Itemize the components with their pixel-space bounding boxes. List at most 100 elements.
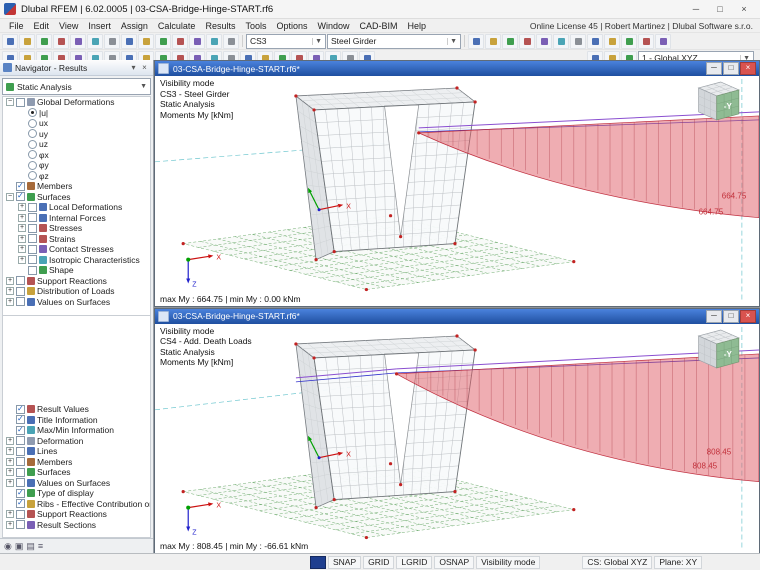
tree-item-surfaces[interactable]: + Surfaces — [3, 467, 150, 478]
restore-icon[interactable]: □ — [723, 309, 739, 323]
tree-item-type-of-display[interactable]: Type of display — [3, 488, 150, 499]
tree-item-support-reactions[interactable]: + Support Reactions — [3, 509, 150, 520]
tree-item-contact-stresses[interactable]: + Contact Stresses — [3, 244, 150, 255]
tree-item-uy[interactable]: uy — [3, 129, 150, 140]
menu-results[interactable]: Results — [200, 21, 240, 31]
checkbox[interactable] — [16, 436, 25, 446]
tree-item-members[interactable]: Members — [3, 181, 150, 192]
copy-icon[interactable] — [121, 33, 137, 49]
units-icon[interactable] — [587, 33, 603, 49]
close-icon[interactable]: × — [740, 309, 756, 323]
checkbox[interactable] — [16, 457, 25, 467]
expand-icon[interactable]: + — [18, 245, 26, 254]
tree-item-y[interactable]: φy — [3, 160, 150, 171]
tree-item-ux[interactable]: ux — [3, 118, 150, 129]
expand-icon[interactable]: + — [6, 520, 14, 529]
snapshot-icon[interactable]: ▣ — [15, 540, 24, 553]
paste-icon[interactable] — [138, 33, 154, 49]
tree-item-global-deformations[interactable]: − Global Deformations — [3, 97, 150, 108]
viewport-1-title-bar[interactable]: 03-CSA-Bridge-Hinge-START.rf6* ─ □ × — [155, 61, 759, 76]
find-icon[interactable] — [536, 33, 552, 49]
stage-name-combo[interactable]: Steel Girder ▼ — [327, 33, 461, 49]
help-icon[interactable] — [655, 33, 671, 49]
zoom-icon[interactable] — [553, 33, 569, 49]
tree-item-strains[interactable]: + Strains — [3, 234, 150, 245]
expand-icon[interactable]: + — [18, 203, 26, 212]
minimize-icon[interactable]: ─ — [706, 62, 722, 75]
checkbox[interactable] — [16, 467, 25, 477]
scripts-icon[interactable] — [621, 33, 637, 49]
tree-item-internal-forces[interactable]: + Internal Forces — [3, 213, 150, 224]
tree-item-values-on-surfaces[interactable]: + Values on Surfaces — [3, 478, 150, 489]
close-icon[interactable]: × — [740, 62, 756, 75]
checkbox[interactable] — [16, 192, 25, 202]
restore-icon[interactable]: □ — [723, 62, 739, 75]
analysis-type-combo[interactable]: Static Analysis ▼ — [2, 78, 151, 95]
open-icon[interactable] — [19, 33, 35, 49]
expand-icon[interactable]: + — [18, 255, 26, 264]
tree-item-u[interactable]: |u| — [3, 108, 150, 119]
tree-item-isotropic-characteristics[interactable]: + Isotropic Characteristics — [3, 255, 150, 266]
expand-icon[interactable]: + — [18, 234, 26, 243]
status-toggle-grid[interactable]: GRID — [363, 555, 395, 569]
menu-cad-bim[interactable]: CAD-BIM — [355, 21, 403, 31]
viewport-2-title-bar[interactable]: 03-CSA-Bridge-Hinge-START.rf6* ─ □ × — [155, 308, 759, 324]
minimize-icon[interactable]: ─ — [684, 2, 708, 17]
tree-item-support-reactions[interactable]: + Support Reactions — [3, 276, 150, 287]
checkbox[interactable] — [28, 202, 37, 212]
checkbox[interactable] — [16, 286, 25, 296]
clipboard-icon[interactable] — [502, 33, 518, 49]
status-toggle-lgrid[interactable]: LGRID — [396, 555, 433, 569]
undo-icon[interactable] — [87, 33, 103, 49]
checkbox[interactable] — [16, 181, 25, 191]
checkbox[interactable] — [28, 213, 37, 223]
expand-icon[interactable]: + — [18, 213, 26, 222]
tree-item-values-on-surfaces[interactable]: + Values on Surfaces — [3, 297, 150, 308]
close-icon[interactable]: × — [732, 2, 756, 17]
maximize-icon[interactable]: □ — [708, 2, 732, 17]
menu-file[interactable]: File — [4, 21, 29, 31]
checkbox[interactable] — [28, 265, 37, 275]
navigator-icon[interactable] — [155, 33, 171, 49]
expand-icon[interactable]: + — [18, 224, 26, 233]
tree-item-result-sections[interactable]: + Result Sections — [3, 520, 150, 531]
menu-options[interactable]: Options — [271, 21, 312, 31]
checkbox[interactable] — [28, 223, 37, 233]
menu-tools[interactable]: Tools — [240, 21, 271, 31]
tree-item-distribution-of-loads[interactable]: + Distribution of Loads — [3, 286, 150, 297]
radio-button[interactable] — [28, 139, 37, 149]
expand-icon[interactable]: + — [6, 436, 14, 445]
tree-item-deformation[interactable]: + Deformation — [3, 436, 150, 447]
display-mode-icon[interactable]: ▤ — [26, 540, 35, 553]
tree-item-x[interactable]: φx — [3, 150, 150, 161]
expand-icon[interactable]: + — [6, 457, 14, 466]
checkbox[interactable] — [16, 488, 25, 498]
expand-icon[interactable]: + — [6, 287, 14, 296]
checkbox[interactable] — [16, 297, 25, 307]
checkbox[interactable] — [16, 97, 25, 107]
model-3d-view-1[interactable]: 664.75 664.75 X X Z -Y Visibility mode CS3 - … — [155, 76, 759, 306]
close-panel-icon[interactable]: × — [139, 63, 150, 72]
tree-item-uz[interactable]: uz — [3, 139, 150, 150]
status-toggle-snap[interactable]: SNAP — [328, 555, 362, 569]
panel-options-icon[interactable]: ≡ — [38, 540, 43, 553]
checkbox[interactable] — [16, 415, 25, 425]
menu-edit[interactable]: Edit — [29, 21, 55, 31]
radio-button[interactable] — [28, 118, 37, 128]
status-toggle-visibility-mode[interactable]: Visibility mode — [476, 555, 541, 569]
collapse-icon[interactable]: − — [6, 98, 14, 107]
configs-icon[interactable] — [638, 33, 654, 49]
expand-icon[interactable]: + — [6, 468, 14, 477]
checkbox[interactable] — [16, 478, 25, 488]
checkbox[interactable] — [16, 276, 25, 286]
graphics-printout-icon[interactable] — [468, 33, 484, 49]
radio-button[interactable] — [28, 150, 37, 160]
redo-icon[interactable] — [104, 33, 120, 49]
tree-item-lines[interactable]: + Lines — [3, 446, 150, 457]
expand-icon[interactable]: + — [6, 478, 14, 487]
navigator-header[interactable]: Navigator - Results ▾ × — [0, 60, 153, 76]
tree-item-local-deformations[interactable]: + Local Deformations — [3, 202, 150, 213]
tree-item-surfaces[interactable]: − Surfaces — [3, 192, 150, 203]
tables-icon[interactable] — [172, 33, 188, 49]
print-icon[interactable] — [53, 33, 69, 49]
